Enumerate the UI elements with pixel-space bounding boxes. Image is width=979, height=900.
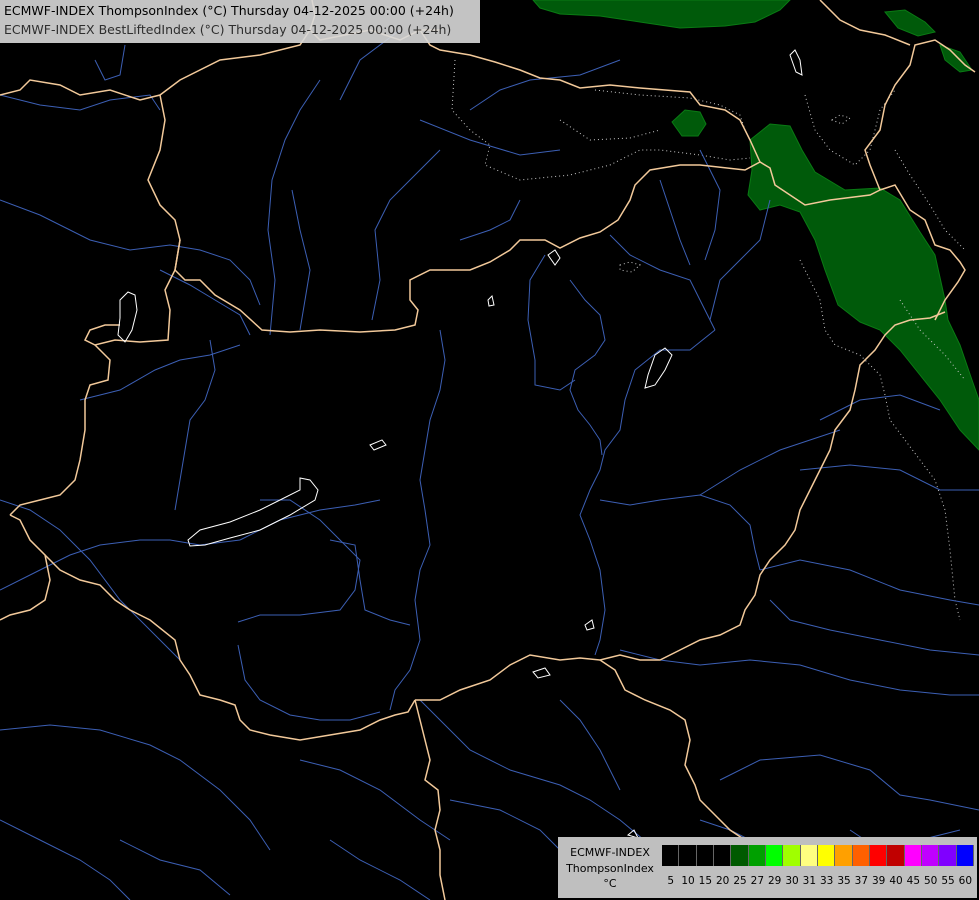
legend-tick-label: 50	[923, 875, 938, 887]
legend-swatch	[713, 845, 732, 866]
map-background	[0, 0, 979, 900]
legend-model-label: ECMWF-INDEX	[570, 846, 650, 859]
title-line-bestlifted: ECMWF-INDEX BestLiftedIndex (°C) Thursda…	[4, 22, 452, 37]
title-box: ECMWF-INDEX ThompsonIndex (°C) Thursday …	[0, 0, 480, 43]
legend-tick-label: 27	[750, 875, 765, 887]
legend-swatch	[835, 845, 853, 866]
legend-swatch	[800, 845, 818, 866]
legend-swatch	[939, 845, 957, 866]
legend-parameter-label: ThompsonIndex	[566, 862, 654, 875]
legend-swatch	[852, 845, 870, 866]
legend-tick-label: 25	[733, 875, 747, 887]
legend-tick-label: 60	[958, 875, 973, 887]
legend-swatch	[956, 845, 974, 866]
legend-tick-label: 5	[667, 875, 674, 887]
legend-tick-label: 29	[767, 875, 782, 887]
legend-swatch	[783, 845, 801, 866]
legend-swatch	[696, 845, 714, 866]
legend-tick-label: 37	[854, 875, 869, 887]
legend-tick-label: 35	[837, 875, 851, 887]
legend-tick-label: 39	[871, 875, 886, 887]
legend-tick-label: 31	[802, 875, 817, 887]
legend-tick-label: 15	[698, 875, 713, 887]
legend-tick-label: 45	[906, 875, 921, 887]
legend-ticks: 5 10 15 20 25 27 29 30 31 33 35 37 39 40 45 50 55 60	[662, 875, 974, 889]
legend-swatch	[869, 845, 888, 866]
legend-swatch	[904, 845, 922, 866]
legend-swatch	[731, 845, 749, 866]
legend-tick-label: 55	[941, 875, 955, 887]
color-legend: ECMWF-INDEX ThompsonIndex °C 5 10 15 20 25 27…	[558, 837, 977, 898]
legend-tick-label: 20	[715, 875, 730, 887]
legend-swatches	[662, 845, 974, 866]
legend-swatch	[748, 845, 766, 866]
title-line-thompson: ECMWF-INDEX ThompsonIndex (°C) Thursday …	[4, 3, 454, 18]
legend-tick-label: 33	[819, 875, 834, 887]
legend-swatch	[679, 845, 697, 866]
legend-swatch	[921, 845, 940, 866]
legend-tick-label: 40	[889, 875, 903, 887]
legend-swatch	[662, 845, 680, 866]
legend-unit-label: °C	[603, 877, 617, 890]
legend-swatch	[887, 845, 905, 866]
legend-tick-label: 30	[785, 875, 799, 887]
legend-tick-label: 10	[681, 875, 695, 887]
map-canvas	[0, 0, 979, 900]
legend-swatch	[765, 845, 784, 866]
legend-swatch	[817, 845, 836, 866]
